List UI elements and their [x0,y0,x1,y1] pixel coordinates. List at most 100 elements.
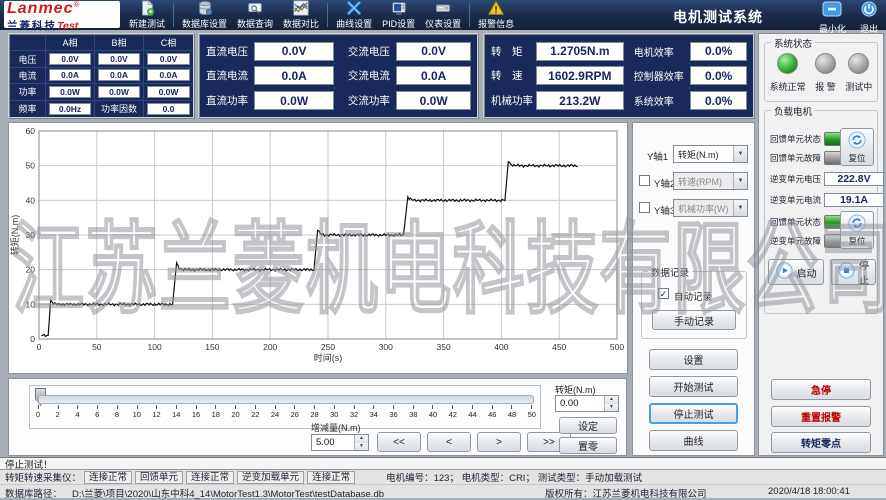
chevron-down-icon: ▼ [733,173,747,189]
inverter-current-label: 逆变单元电流 [770,194,824,206]
row-label-voltage: 电压 [10,51,46,67]
svg-text:60: 60 [26,126,36,136]
inverter-current-value: 19.1A [824,193,884,207]
stop-test-button[interactable]: 停止测试 [649,403,738,424]
slider-tick [354,405,355,409]
feedback-reset-button[interactable]: 复位 [840,128,874,166]
menu-new-test[interactable]: 新建测试 [124,0,170,30]
menu-separator [173,3,174,27]
inverter-fault-label: 逆变单元故障 [770,235,824,247]
slider-tick [137,405,138,409]
alarm-led [815,53,836,74]
acquisition-device-label: 转矩转速采集仪： [5,470,81,484]
menu-curve-settings[interactable]: 曲线设置 [331,0,377,30]
y2-axis-label: Y轴2 [654,176,675,190]
menu-data-query[interactable]: 数据查询 [232,0,278,30]
exit-button[interactable]: 退出 [860,1,878,35]
slider-tick [531,405,532,409]
svg-text:150: 150 [205,342,219,352]
ac-power-label: 交流功率 [348,93,396,108]
slider-tick-label: 14 [169,410,183,419]
inverter-reset-button[interactable]: 复位 [840,211,874,249]
y3-axis-select[interactable]: 机械功率(W) ▼ [673,199,748,217]
slider-tick [255,405,256,409]
slider-tick [314,405,315,409]
dc-power-value: 0.0W [254,91,333,110]
right-sidebar: 系统状态 系统正常 报 警 测试中 负载电机 回馈单元状态 [758,33,884,456]
y2-axis-checkbox[interactable] [639,175,650,186]
y1-axis-select[interactable]: 转矩(N.m) ▼ [673,145,748,163]
pid-settings-icon [391,0,407,16]
data-compare-icon [293,0,309,16]
torque-setpoint-stepper[interactable]: 0.00 ▲▼ [555,395,619,412]
spin-down-icon[interactable]: ▼ [355,443,368,451]
slider-tick-label: 22 [248,410,262,419]
start-test-button[interactable]: 开始测试 [649,376,738,397]
spin-up-icon[interactable]: ▲ [605,396,618,404]
settings-button[interactable]: 设置 [649,349,738,370]
menu-pid-settings[interactable]: PID设置 [377,0,420,30]
y2-axis-select[interactable]: 转速(RPM) ▼ [673,172,748,190]
step-back-fast-button[interactable]: << [377,432,421,452]
svg-text:30: 30 [26,230,36,240]
logo-registered-mark: ® [73,0,79,9]
menu-separator [327,3,328,27]
inverter-load-unit-cell: 逆变加载单元 [237,471,304,484]
step-forward-button[interactable]: > [477,432,521,452]
svg-text:450: 450 [552,342,566,352]
slider-tick-label: 38 [406,410,420,419]
slider-tick [432,405,433,409]
chart-canvas: 0501001502002503003504004505000102030405… [9,123,627,373]
phase-table-corner [10,35,46,51]
slider-tick-label: 44 [466,410,480,419]
slider-track[interactable] [38,395,534,404]
stop-button[interactable]: 停止 [831,259,876,285]
dc-power-label: 直流功率 [206,93,254,108]
slider-tick [196,405,197,409]
row-label-power: 功率 [10,84,46,100]
slider-tick [77,405,78,409]
svg-text:500: 500 [610,342,624,352]
emergency-stop-button[interactable]: 急停 [771,379,871,400]
phase-b-voltage: 0.0V [98,53,140,65]
dc-current-value: 0.0A [254,66,333,85]
slider-tick-label: 2 [51,410,65,419]
step-back-button[interactable]: < [427,432,471,452]
torque-zero-button[interactable]: 转矩零点 [771,432,871,453]
y3-axis-checkbox[interactable] [639,202,650,213]
slider-tick-labels: 0246810121416182022242628303234363840424… [31,410,539,419]
increment-label: 增减量(N.m) [311,421,361,434]
reset-icon [848,131,866,151]
meter-settings-icon [435,0,451,16]
load-motor-group: 负载电机 回馈单元状态 回馈单元故障 复位 逆变单元电压 222.8V 逆变单元… [764,110,878,314]
minimize-button[interactable]: 最小化 [819,1,846,35]
reset-alarm-button[interactable]: 重置报警 [771,406,871,427]
svg-text:200: 200 [263,342,277,352]
slider-tick [334,405,335,409]
ac-current-value: 0.0A [396,66,471,85]
zero-button[interactable]: 置零 [559,437,617,454]
menu-meter-settings[interactable]: 仪表设置 [420,0,466,30]
increment-stepper[interactable]: 5.00 ▲▼ [311,434,369,451]
auto-record-checkbox[interactable]: ✓ [658,288,669,299]
menu-database-settings[interactable]: 数据库设置 [177,0,232,30]
spin-down-icon[interactable]: ▼ [605,404,618,412]
manual-record-button[interactable]: 手动记录 [652,310,736,330]
menu-data-compare[interactable]: 数据对比 [278,0,324,30]
spin-up-icon[interactable]: ▲ [355,435,368,443]
slider-tick [511,405,512,409]
set-button[interactable]: 设定 [559,417,617,434]
curve-button[interactable]: 曲线 [649,430,738,451]
ac-power-value: 0.0W [396,91,471,110]
slider-tick [275,405,276,409]
inverter-voltage-value: 222.8V [824,172,884,186]
connection-status-cell: 连接正常 [84,471,132,484]
mech-power-label: 机械功率 [491,93,536,108]
start-button[interactable]: 启动 [768,259,824,285]
svg-text:50: 50 [26,161,36,171]
phase-c-power: 0.0W [147,86,190,98]
phase-a-current: 0.0A [49,69,91,81]
svg-text:350: 350 [437,342,451,352]
menu-alarm-info[interactable]: 报警信息 [473,0,519,30]
slider-tick-label: 20 [229,410,243,419]
